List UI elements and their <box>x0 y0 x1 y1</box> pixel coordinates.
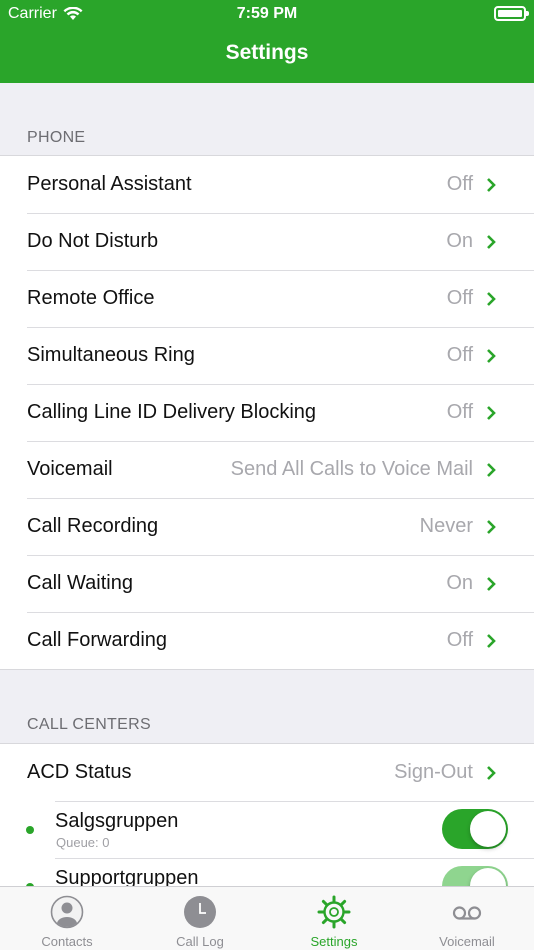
row-label: Call Forwarding <box>27 629 168 651</box>
row-calling-line-id-blocking[interactable]: Calling Line ID Delivery Blocking Off <box>0 384 534 441</box>
row-value: Off <box>446 401 473 423</box>
tab-voicemail[interactable]: Voicemail <box>400 887 534 950</box>
queue-name: Salgsgruppen <box>55 810 179 832</box>
row-value: Off <box>446 173 473 195</box>
chevron-right-icon <box>487 519 496 534</box>
row-label: Personal Assistant <box>27 173 192 195</box>
chevron-right-icon <box>487 576 496 591</box>
row-value: Send All Calls to Voice Mail <box>230 458 473 480</box>
chevron-right-icon <box>487 177 496 192</box>
row-label: Do Not Disturb <box>27 230 159 252</box>
row-personal-assistant[interactable]: Personal Assistant Off <box>0 156 534 213</box>
row-label: Voicemail <box>27 458 113 480</box>
row-simultaneous-ring[interactable]: Simultaneous Ring Off <box>0 327 534 384</box>
tab-settings[interactable]: Settings <box>267 887 401 950</box>
row-value: On <box>446 230 473 252</box>
chevron-right-icon <box>487 462 496 477</box>
queue-toggle[interactable] <box>442 866 508 886</box>
section-header-phone: PHONE <box>27 129 86 146</box>
row-value: Off <box>446 344 473 366</box>
phone-settings-group: Personal Assistant Off Do Not Disturb On… <box>0 155 534 670</box>
queue-status-dot <box>26 826 34 834</box>
row-value: Sign-Out <box>394 761 473 783</box>
settings-gear-icon <box>317 895 351 929</box>
tab-label: Voicemail <box>439 934 495 949</box>
row-voicemail[interactable]: Voicemail Send All Calls to Voice Mail <box>0 441 534 498</box>
row-acd-status[interactable]: ACD Status Sign-Out <box>0 744 534 801</box>
call-log-clock-icon <box>184 896 216 928</box>
chevron-right-icon <box>487 765 496 780</box>
row-do-not-disturb[interactable]: Do Not Disturb On <box>0 213 534 270</box>
row-call-recording[interactable]: Call Recording Never <box>0 498 534 555</box>
chevron-right-icon <box>487 633 496 648</box>
row-label: Simultaneous Ring <box>27 344 195 366</box>
section-header-call-centers: CALL CENTERS <box>27 716 151 733</box>
tab-label: Settings <box>310 934 358 949</box>
status-bar: Carrier 7:59 PM <box>0 0 534 28</box>
chevron-right-icon <box>487 234 496 249</box>
row-label: ACD Status <box>27 761 132 783</box>
queue-name: Supportgruppen <box>55 867 199 886</box>
chevron-right-icon <box>487 291 496 306</box>
voicemail-icon <box>452 906 482 920</box>
row-value: Never <box>419 515 473 537</box>
queue-detail: Queue: 0 <box>56 835 110 850</box>
row-value: Off <box>446 287 473 309</box>
settings-list[interactable]: PHONE Personal Assistant Off Do Not Dist… <box>0 83 534 886</box>
app-header: Carrier 7:59 PM Settings <box>0 0 534 83</box>
row-call-forwarding[interactable]: Call Forwarding Off <box>0 612 534 669</box>
row-label: Calling Line ID Delivery Blocking <box>27 401 317 423</box>
chevron-right-icon <box>487 348 496 363</box>
queue-row-supportgruppen: Supportgruppen <box>0 858 534 886</box>
page-title: Settings <box>225 41 309 64</box>
row-label: Remote Office <box>27 287 155 309</box>
row-label: Call Recording <box>27 515 159 537</box>
battery-icon <box>494 6 529 21</box>
call-centers-group: ACD Status Sign-Out Salgsgruppen Queue: … <box>0 743 534 886</box>
chevron-right-icon <box>487 405 496 420</box>
tab-contacts[interactable]: Contacts <box>0 887 134 950</box>
toggle-knob <box>470 868 506 886</box>
row-value: Off <box>446 629 473 651</box>
tab-call-log[interactable]: Call Log <box>133 887 267 950</box>
tab-label: Call Log <box>176 934 224 949</box>
row-remote-office[interactable]: Remote Office Off <box>0 270 534 327</box>
row-label: Call Waiting <box>27 572 133 594</box>
tab-bar: Contacts Call Log Settings Voicemail <box>0 886 534 950</box>
tab-label: Contacts <box>41 934 93 949</box>
contacts-icon <box>50 895 84 929</box>
toggle-knob <box>470 811 506 847</box>
queue-toggle[interactable] <box>442 809 508 849</box>
row-value: On <box>446 572 473 594</box>
status-time: 7:59 PM <box>236 5 298 22</box>
row-call-waiting[interactable]: Call Waiting On <box>0 555 534 612</box>
queue-row-salgsgruppen: Salgsgruppen Queue: 0 <box>0 801 534 858</box>
